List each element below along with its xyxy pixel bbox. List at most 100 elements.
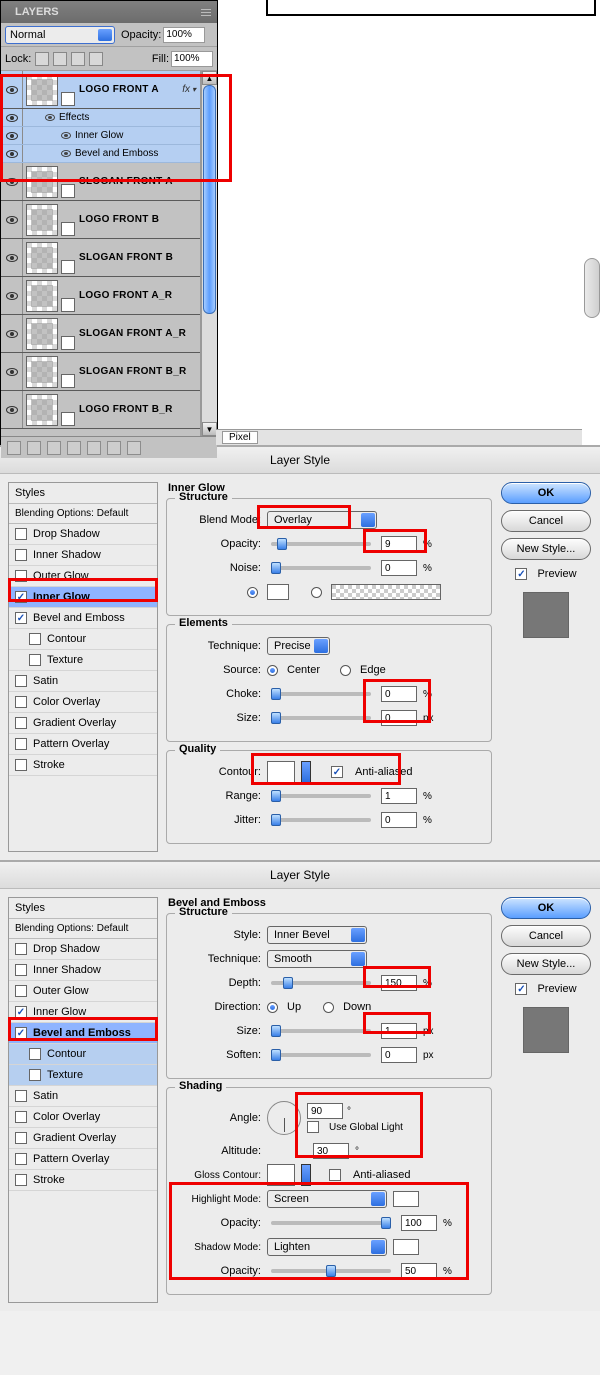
style-inner-glow[interactable]: Inner Glow — [9, 587, 157, 608]
layer-mask-icon[interactable] — [61, 374, 75, 388]
layer-mask-icon[interactable] — [61, 412, 75, 426]
styles-header[interactable]: Styles — [9, 898, 157, 919]
layer-row[interactable]: SLOGAN FRONT A — [1, 163, 200, 201]
lock-position-icon[interactable] — [71, 52, 85, 66]
direction-up-radio[interactable] — [267, 1002, 278, 1013]
blend-mode-select[interactable]: Normal — [5, 26, 115, 44]
canvas-area[interactable] — [218, 0, 600, 445]
highlight-mode-select[interactable]: Screen — [267, 1190, 387, 1208]
effect-item[interactable]: Bevel and Emboss — [1, 145, 200, 163]
styles-header[interactable]: Styles — [9, 483, 157, 504]
gradient-radio[interactable] — [311, 587, 322, 598]
depth-slider[interactable] — [271, 981, 371, 985]
angle-wheel[interactable] — [267, 1101, 301, 1135]
style-contour[interactable]: Contour — [9, 629, 157, 650]
use-global-light-checkbox[interactable] — [307, 1121, 319, 1133]
new-style-button[interactable]: New Style... — [501, 953, 591, 975]
style-color-overlay[interactable]: Color Overlay — [9, 692, 157, 713]
style-bevel-emboss[interactable]: Bevel and Emboss — [9, 608, 157, 629]
visibility-icon[interactable] — [6, 150, 18, 158]
size-field[interactable]: 1 — [381, 1023, 417, 1039]
highlight-opacity-field[interactable]: 100 — [401, 1215, 437, 1231]
highlight-opacity-slider[interactable] — [271, 1221, 391, 1225]
visibility-icon[interactable] — [6, 406, 18, 414]
style-drop-shadow[interactable]: Drop Shadow — [9, 939, 157, 960]
blend-mode-select[interactable]: Overlay — [267, 511, 377, 529]
style-satin[interactable]: Satin — [9, 671, 157, 692]
jitter-field[interactable]: 0 — [381, 812, 417, 828]
canvas-scroll-thumb[interactable] — [584, 258, 600, 318]
layer-row[interactable]: LOGO FRONT A_R — [1, 277, 200, 315]
new-style-button[interactable]: New Style... — [501, 538, 591, 560]
cancel-button[interactable]: Cancel — [501, 510, 591, 532]
opacity-slider[interactable] — [271, 542, 371, 546]
layer-mask-icon[interactable] — [61, 260, 75, 274]
layer-thumbnail[interactable] — [26, 166, 58, 198]
ok-button[interactable]: OK — [501, 482, 591, 504]
direction-down-radio[interactable] — [323, 1002, 334, 1013]
layer-mask-icon[interactable] — [61, 184, 75, 198]
layer-mask-icon[interactable] — [61, 222, 75, 236]
ok-button[interactable]: OK — [501, 897, 591, 919]
blending-options[interactable]: Blending Options: Default — [9, 504, 157, 524]
layer-row[interactable]: SLOGAN FRONT A_R — [1, 315, 200, 353]
soften-field[interactable]: 0 — [381, 1047, 417, 1063]
style-contour[interactable]: Contour — [9, 1044, 157, 1065]
trash-icon[interactable] — [127, 441, 141, 455]
layers-tab[interactable]: LAYERS — [7, 3, 67, 21]
layers-scrollbar[interactable]: ▲ ▼ — [201, 71, 217, 436]
style-pattern-overlay[interactable]: Pattern Overlay — [9, 1149, 157, 1170]
depth-field[interactable]: 150 — [381, 975, 417, 991]
angle-field[interactable]: 90 — [307, 1103, 343, 1119]
style-inner-glow[interactable]: Inner Glow — [9, 1002, 157, 1023]
size-slider[interactable] — [271, 716, 371, 720]
shadow-mode-select[interactable]: Lighten — [267, 1238, 387, 1256]
layer-row[interactable]: LOGO FRONT B_R — [1, 391, 200, 429]
highlight-color-swatch[interactable] — [393, 1191, 419, 1207]
blending-options[interactable]: Blending Options: Default — [9, 919, 157, 939]
soften-slider[interactable] — [271, 1053, 371, 1057]
adjustment-icon[interactable] — [67, 441, 81, 455]
style-stroke[interactable]: Stroke — [9, 755, 157, 776]
layer-row[interactable]: LOGO FRONT A fx▾ — [1, 71, 200, 109]
effects-header[interactable]: Effects — [1, 109, 200, 127]
choke-slider[interactable] — [271, 692, 371, 696]
style-color-overlay[interactable]: Color Overlay — [9, 1107, 157, 1128]
noise-slider[interactable] — [271, 566, 371, 570]
lock-transparency-icon[interactable] — [35, 52, 49, 66]
bevel-style-select[interactable]: Inner Bevel — [267, 926, 367, 944]
style-inner-shadow[interactable]: Inner Shadow — [9, 545, 157, 566]
style-outer-glow[interactable]: Outer Glow — [9, 566, 157, 587]
cancel-button[interactable]: Cancel — [501, 925, 591, 947]
gloss-contour-thumbnail[interactable] — [267, 1164, 295, 1186]
group-icon[interactable] — [87, 441, 101, 455]
panel-menu-icon[interactable] — [201, 9, 211, 16]
choke-field[interactable]: 0 — [381, 686, 417, 702]
preview-checkbox[interactable] — [515, 983, 527, 995]
source-edge-radio[interactable] — [340, 665, 351, 676]
scroll-thumb[interactable] — [203, 85, 216, 314]
style-outer-glow[interactable]: Outer Glow — [9, 981, 157, 1002]
altitude-field[interactable]: 30 — [313, 1143, 349, 1159]
preview-checkbox[interactable] — [515, 568, 527, 580]
style-gradient-overlay[interactable]: Gradient Overlay — [9, 1128, 157, 1149]
shadow-opacity-field[interactable]: 50 — [401, 1263, 437, 1279]
opacity-field[interactable]: 9 — [381, 536, 417, 552]
technique-select[interactable]: Smooth — [267, 950, 367, 968]
layer-thumbnail[interactable] — [26, 242, 58, 274]
style-bevel-emboss[interactable]: Bevel and Emboss — [9, 1023, 157, 1044]
range-field[interactable]: 1 — [381, 788, 417, 804]
fx-badge[interactable]: fx▾ — [182, 84, 196, 95]
jitter-slider[interactable] — [271, 818, 371, 822]
style-inner-shadow[interactable]: Inner Shadow — [9, 960, 157, 981]
layer-row[interactable]: LOGO FRONT B — [1, 201, 200, 239]
visibility-icon[interactable] — [6, 114, 18, 122]
noise-field[interactable]: 0 — [381, 560, 417, 576]
size-slider[interactable] — [271, 1029, 371, 1033]
shadow-opacity-slider[interactable] — [271, 1269, 391, 1273]
scroll-up-arrow[interactable]: ▲ — [202, 71, 217, 85]
visibility-icon[interactable] — [6, 132, 18, 140]
color-radio[interactable] — [247, 587, 258, 598]
fx-icon[interactable] — [27, 441, 41, 455]
canvas-horizontal-scrollbar[interactable] — [216, 429, 582, 445]
